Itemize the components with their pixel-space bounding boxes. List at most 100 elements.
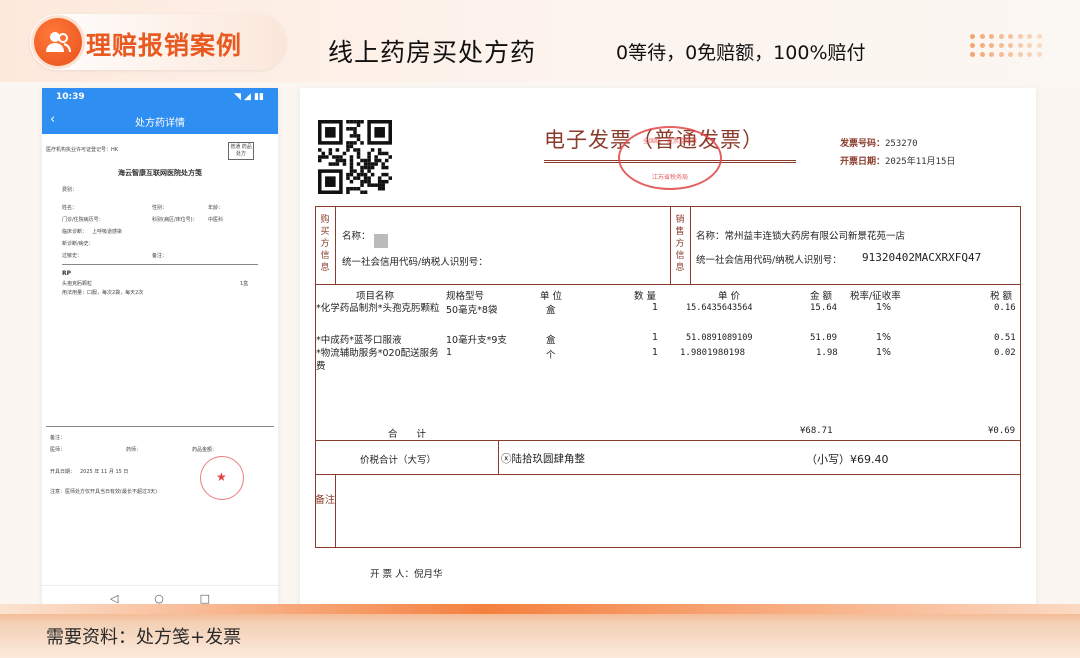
qr-module [342, 151, 347, 156]
decor-dot [989, 34, 994, 39]
field-sex: 性别： [152, 205, 168, 211]
electronic-invoice: 电子发票（普通发票） 全国统一发票监制章 江苏省税务局 发票号码：253270 … [300, 88, 1036, 610]
qr-module [356, 151, 361, 156]
qr-module [374, 155, 378, 159]
qr-module [349, 186, 354, 191]
qr-module [349, 134, 354, 138]
qr-module [377, 179, 382, 184]
qr-module [335, 162, 340, 166]
qr-module [377, 148, 382, 152]
qr-module [377, 186, 382, 191]
qr-module [374, 158, 378, 163]
decor-dot [998, 34, 1004, 39]
row-divider [315, 284, 1021, 285]
seller-section-label: 销售方信息 [675, 215, 685, 273]
field-dept: 科别(病区/床位号)： [152, 217, 198, 223]
seller-tax-label: 统一社会信用代码/纳税人识别号： [696, 255, 842, 266]
item-name: *物流辅助服务*020配送服务费 [316, 348, 439, 372]
pharmacist-label: 药师： [126, 447, 142, 453]
col-qty: 数 量 [634, 291, 657, 302]
qr-module [360, 165, 364, 170]
qr-module [356, 155, 361, 159]
invoice-date: 开票日期：2025年11月15日 [840, 154, 955, 167]
qr-module [374, 127, 385, 138]
qr-module [349, 120, 354, 124]
qr-module [381, 151, 385, 156]
decor-dot [998, 52, 1004, 57]
qr-module [335, 148, 340, 152]
qr-module [381, 172, 385, 177]
qr-code [318, 120, 392, 194]
qr-module [374, 183, 378, 187]
qr-module [367, 155, 371, 159]
col-tax: 税 额 [990, 291, 1013, 302]
qr-module [353, 120, 357, 124]
qr-module [349, 144, 354, 149]
qr-module [367, 183, 371, 187]
qr-module [356, 162, 361, 166]
qr-module [332, 162, 336, 166]
item-unit: 盒 [546, 305, 556, 316]
col-name: 项目名称 [356, 291, 395, 302]
star-icon: ★ [216, 470, 227, 484]
qr-module [356, 120, 361, 124]
qr-module [353, 169, 357, 173]
qr-module [384, 165, 389, 170]
qr-module [377, 151, 382, 156]
qr-module [363, 158, 368, 163]
qr-module [328, 162, 333, 166]
item-rate: 1% [876, 332, 892, 343]
qr-module [384, 151, 389, 156]
doctor-label: 医师： [50, 447, 66, 453]
qr-module [356, 123, 361, 128]
item-name: *化学药品制剂*头孢克肟颗粒 [316, 303, 440, 314]
item-amount: 1.98 [816, 348, 838, 358]
qr-module [349, 165, 354, 170]
decor-dot [989, 52, 994, 57]
item-price: 15.6435643564 [686, 303, 753, 313]
drug-name: 头孢克肟颗粒 [62, 281, 93, 287]
status-bar: 10:39 ◥ ◢ ▮▮ [42, 88, 278, 108]
app-navbar: ‹ 处方药详情 [42, 108, 278, 134]
col-unit: 单 位 [540, 291, 563, 302]
qr-module [370, 148, 375, 152]
decor-dot [1008, 43, 1013, 48]
user-group-icon [34, 18, 82, 66]
qr-module [360, 120, 364, 124]
qr-module [356, 186, 361, 191]
item-qty: 1 [652, 332, 659, 343]
item-amount: 15.64 [810, 303, 838, 313]
qr-module [381, 186, 385, 191]
row-divider [315, 440, 1021, 441]
qr-module [360, 169, 364, 173]
col-divider [335, 474, 336, 548]
qr-module [370, 183, 375, 187]
qr-module [384, 172, 389, 177]
qr-module [384, 158, 389, 163]
qr-module [363, 162, 368, 166]
item-name: *中成药*蓝芩口服液 [316, 335, 402, 346]
back-icon[interactable]: ‹ [50, 112, 55, 127]
qr-module [381, 162, 385, 166]
item-unit: 盒 [546, 335, 556, 346]
decor-dot [979, 43, 985, 48]
decor-dot [979, 34, 985, 39]
invoice-number-label: 发票号码： [840, 139, 886, 149]
divider [46, 426, 274, 427]
item-rate: 1% [876, 302, 892, 313]
qr-module [360, 183, 364, 187]
remark-label: 备注 [315, 495, 335, 506]
diagnosis-value: 上呼吸道感染 [92, 229, 123, 235]
total-label: 合 计 [388, 429, 427, 440]
drug-qty: 1盒 [240, 281, 249, 287]
qr-module [349, 155, 354, 159]
col-amount: 金 额 [810, 291, 833, 302]
qr-module [353, 176, 357, 180]
decor-dot [970, 52, 975, 57]
grand-total-small: （小写）¥69.40 [806, 453, 889, 466]
qr-module [346, 141, 350, 145]
qr-module [360, 172, 364, 177]
qr-module [370, 165, 375, 170]
col-rate: 税率/征收率 [850, 291, 901, 302]
qr-module [349, 169, 354, 173]
